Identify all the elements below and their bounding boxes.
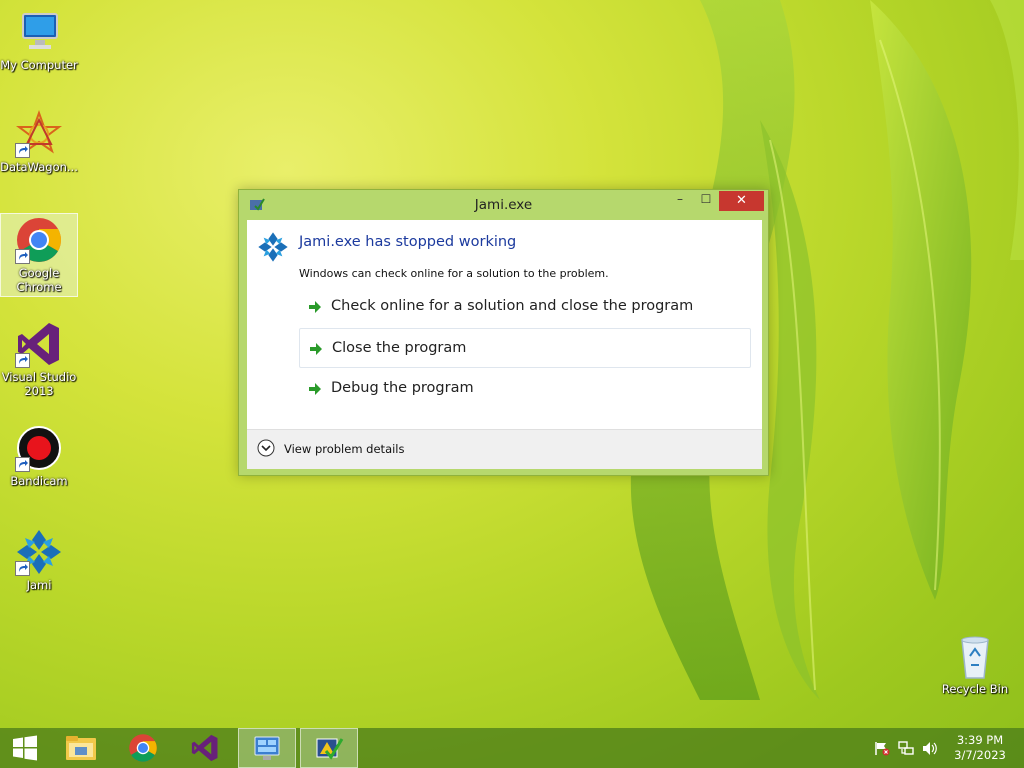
close-program-command[interactable]: Close the program [299,328,751,368]
volume-icon[interactable] [922,741,938,756]
windows-logo-icon [13,735,37,761]
desktop-icon-label: Bandicam [10,474,68,488]
expand-chevron-icon[interactable] [257,439,275,457]
shortcut-arrow-icon [15,249,30,264]
jami-icon [15,528,63,576]
taskbar-file-explorer[interactable] [52,728,110,768]
desktop-icon-datawagon[interactable]: DataWagon... [0,110,78,174]
chrome-icon [15,216,63,264]
error-reporting-icon [316,738,344,760]
main-instruction: Jami.exe has stopped working [299,234,517,250]
green-arrow-icon [309,342,323,356]
shortcut-arrow-icon [15,457,30,472]
visual-studio-icon [191,734,218,762]
control-panel-icon [254,736,280,760]
minimize-button[interactable]: – [667,192,693,211]
maximize-button[interactable]: ☐ [693,192,719,211]
content-text: Windows can check online for a solution … [299,267,609,280]
command-label: Debug the program [331,380,474,396]
desktop-icon-bandicam[interactable]: Bandicam [0,424,78,488]
desktop-icon-recycle-bin[interactable]: Recycle Bin [936,632,1014,696]
desktop-icon-label: Google Chrome [16,266,62,294]
desktop-icon-visual-studio[interactable]: Visual Studio 2013 [0,320,78,398]
dialog-content: Jami.exe has stopped working Windows can… [247,220,762,469]
taskbar-error-reporting[interactable] [300,728,358,768]
command-label: Check online for a solution and close th… [331,298,694,314]
close-button[interactable]: ✕ [719,191,764,211]
network-icon[interactable] [898,741,914,756]
shortcut-arrow-icon [15,353,30,368]
taskbar-visual-studio[interactable] [176,728,234,768]
action-center-flag-icon[interactable] [874,741,890,756]
view-problem-details-link[interactable]: View problem details [284,442,405,456]
desktop-icon-google-chrome[interactable]: Google Chrome [0,213,78,297]
clock-date: 3/7/2023 [954,748,1006,762]
dialog-footer: View problem details [247,429,762,469]
desktop-icon-label: DataWagon... [0,160,78,174]
clock-time: 3:39 PM [956,733,1004,747]
desktop-icon-label: Jami [26,578,52,592]
error-dialog: Jami.exe – ☐ ✕ Jami.exe has stopped work… [238,189,769,476]
green-arrow-icon [308,300,322,314]
dialog-titlebar[interactable]: Jami.exe – ☐ ✕ [239,190,768,220]
desktop-icon-label: My Computer [0,58,78,72]
desktop-icon-my-computer[interactable]: My Computer [0,8,78,72]
shortcut-arrow-icon [15,561,30,576]
visual-studio-icon [15,320,63,368]
taskbar-control-panel[interactable] [238,728,296,768]
desktop-icon-jami[interactable]: Jami [0,528,78,592]
debug-program-command[interactable]: Debug the program [299,369,751,409]
chrome-icon [129,734,157,762]
recycle-bin-icon [951,632,999,680]
taskbar: 3:39 PM 3/7/2023 [0,728,1024,768]
jami-app-icon [257,231,289,263]
taskbar-chrome[interactable] [114,728,172,768]
desktop-icon-label: Visual Studio 2013 [1,370,77,398]
taskbar-clock[interactable]: 3:39 PM 3/7/2023 [952,733,1008,763]
shortcut-arrow-icon [15,143,30,158]
check-online-command[interactable]: Check online for a solution and close th… [299,287,751,327]
command-label: Close the program [332,340,467,356]
bandicam-icon [15,424,63,472]
datawagon-icon [15,110,63,158]
desktop-icon-label: Recycle Bin [941,682,1009,696]
start-button[interactable] [0,728,50,768]
computer-icon [15,8,63,56]
green-arrow-icon [308,382,322,396]
file-explorer-icon [66,736,96,760]
